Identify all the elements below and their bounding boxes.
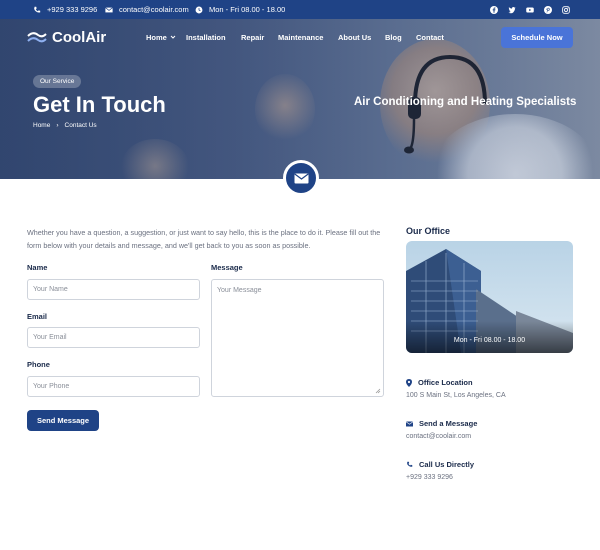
- top-bar: +929 333 9296 contact@coolair.com Mon - …: [0, 0, 600, 19]
- brand-name: CoolAir: [52, 29, 107, 46]
- form-intro-text: Whether you have a question, a suggestio…: [27, 228, 381, 250]
- nav-item-installation[interactable]: Installation: [186, 33, 226, 42]
- message-textarea[interactable]: Your Message: [211, 279, 384, 397]
- office-title: Our Office: [406, 226, 451, 236]
- office-location-title: Office Location: [418, 378, 473, 387]
- nav-item-contact[interactable]: Contact: [416, 33, 444, 42]
- message-label: Message: [211, 263, 243, 272]
- youtube-icon[interactable]: [526, 6, 534, 14]
- message-placeholder: Your Message: [217, 287, 262, 294]
- breadcrumb-current: Contact Us: [64, 122, 97, 129]
- nav-item-label: Home: [146, 33, 167, 42]
- topbar-email-text: contact@coolair.com: [119, 5, 189, 14]
- topbar-phone-text: +929 333 9296: [47, 5, 98, 14]
- email-input[interactable]: Your Email: [27, 327, 200, 348]
- contact-phone[interactable]: +929 333 9296: [406, 474, 453, 481]
- brand-logo[interactable]: CoolAir: [27, 29, 106, 46]
- name-label: Name: [27, 263, 48, 272]
- mail-badge: [283, 160, 319, 196]
- nav-item-repair[interactable]: Repair: [241, 33, 264, 42]
- twitter-icon[interactable]: [508, 6, 516, 14]
- pinterest-icon[interactable]: [544, 5, 552, 14]
- hero-tagline: Air Conditioning and Heating Specialists: [354, 96, 577, 108]
- phone-icon: [34, 6, 41, 13]
- wind-icon: [27, 31, 47, 42]
- envelope-icon: [293, 173, 309, 183]
- topbar-hours-text: Mon - Fri 08.00 - 18.00: [209, 5, 286, 14]
- chevron-down-icon: [170, 35, 176, 39]
- office-location-address: 100 S Main St, Los Angeles, CA: [406, 392, 506, 399]
- service-badge: Our Service: [33, 75, 82, 88]
- nav-item-home[interactable]: Home: [146, 33, 176, 42]
- office-location-heading: Office Location: [406, 378, 473, 387]
- email-label: Email: [27, 312, 48, 321]
- envelope-icon: [105, 6, 113, 12]
- schedule-now-button[interactable]: Schedule Now: [501, 27, 573, 48]
- topbar-hours: Mon - Fri 08.00 - 18.00: [195, 0, 285, 19]
- facebook-icon[interactable]: [490, 5, 498, 14]
- instagram-icon[interactable]: [562, 5, 570, 14]
- breadcrumb: Home › Contact Us: [33, 122, 97, 129]
- office-building-image: Mon - Fri 08.00 - 18.00: [406, 241, 573, 353]
- name-input[interactable]: Your Name: [27, 279, 200, 300]
- office-hours: Mon - Fri 08.00 - 18.00: [453, 337, 526, 344]
- send-message-title: Send a Message: [419, 419, 478, 428]
- nav-item-blog[interactable]: Blog: [385, 33, 402, 42]
- resize-handle-icon[interactable]: [375, 388, 381, 394]
- topbar-email[interactable]: contact@coolair.com: [105, 0, 189, 19]
- phone-input[interactable]: Your Phone: [27, 376, 200, 397]
- phone-icon: [407, 461, 413, 467]
- send-message-heading: Send a Message: [406, 419, 477, 428]
- contact-email[interactable]: contact@coolair.com: [406, 433, 471, 440]
- page-title: Get In Touch: [33, 92, 166, 117]
- envelope-icon: [406, 421, 413, 426]
- breadcrumb-separator-icon: ›: [56, 122, 59, 129]
- send-message-button[interactable]: Send Message: [27, 410, 99, 431]
- nav-item-about-us[interactable]: About Us: [338, 33, 371, 42]
- map-pin-icon: [406, 378, 412, 387]
- main-nav: CoolAir Home Installation Repair Mainten…: [0, 19, 600, 57]
- clock-icon: [195, 6, 203, 13]
- topbar-phone[interactable]: +929 333 9296: [33, 0, 97, 19]
- call-us-title: Call Us Directly: [419, 460, 475, 469]
- social-links: [490, 0, 570, 19]
- breadcrumb-home[interactable]: Home: [33, 122, 50, 129]
- phone-label: Phone: [27, 360, 50, 369]
- call-us-heading: Call Us Directly: [406, 460, 474, 469]
- nav-item-maintenance[interactable]: Maintenance: [278, 33, 323, 42]
